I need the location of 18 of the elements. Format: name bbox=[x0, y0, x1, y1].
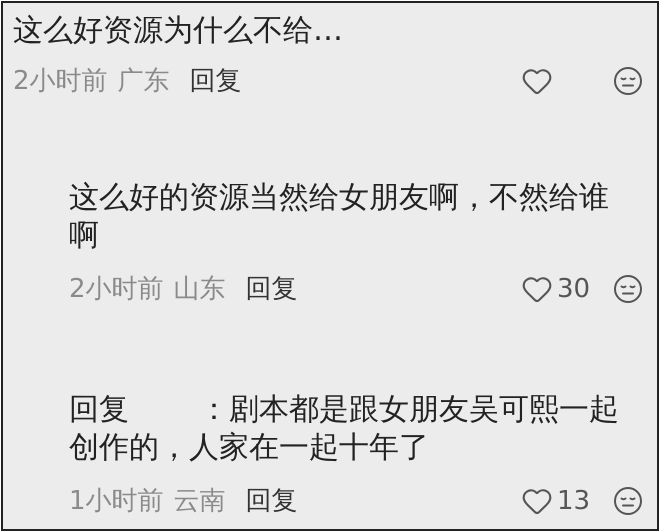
comment-time: 2小时前 bbox=[13, 64, 108, 98]
expressionless-face-icon[interactable] bbox=[613, 274, 643, 304]
expressionless-face-icon[interactable] bbox=[613, 486, 643, 516]
reply-button[interactable]: 回复 bbox=[246, 270, 298, 308]
comment-text: 回复 ：剧本都是跟女朋友吴可熙一起创作的，人家在一起十年了 bbox=[69, 391, 620, 467]
comment-text: 这么好资源为什么不给… bbox=[13, 12, 344, 50]
comment-time: 1小时前 bbox=[69, 484, 164, 518]
comment-time: 2小时前 bbox=[69, 272, 164, 306]
reply-button[interactable]: 回复 bbox=[190, 62, 242, 100]
like-count: 13 bbox=[557, 484, 592, 518]
reply-link[interactable]: 回复 bbox=[69, 392, 129, 427]
reply-button[interactable]: 回复 bbox=[246, 482, 298, 520]
like-count: 30 bbox=[557, 272, 592, 306]
comment-location: 云南 bbox=[174, 484, 226, 518]
comment-location: 山东 bbox=[174, 272, 226, 306]
expressionless-face-icon[interactable] bbox=[613, 66, 643, 96]
comment-location: 广东 bbox=[118, 64, 170, 98]
comment-text: 这么好的资源当然给女朋友啊，不然给谁啊 bbox=[69, 179, 610, 255]
